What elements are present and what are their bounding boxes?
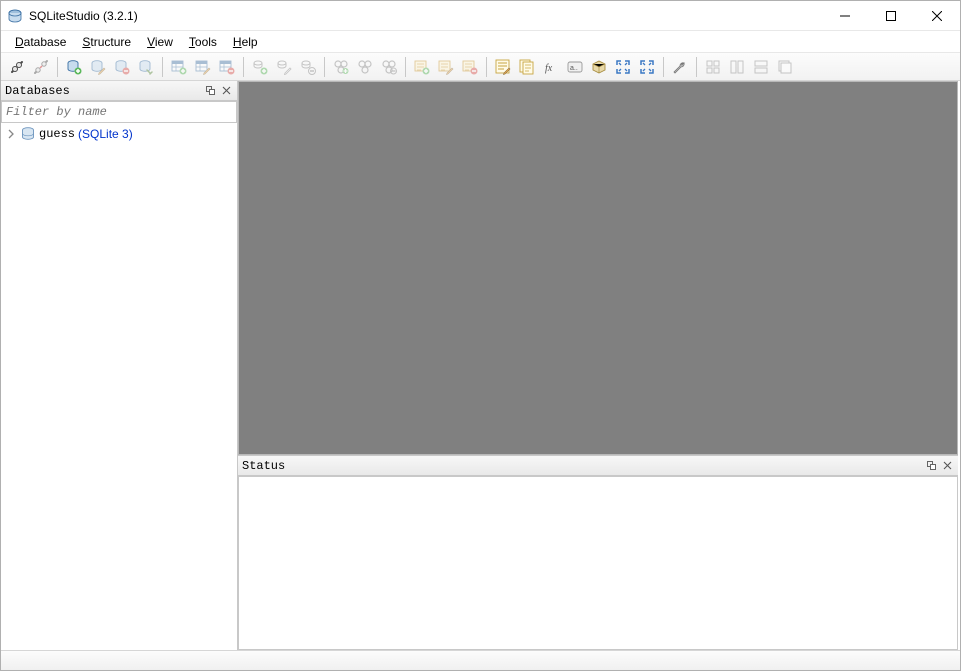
titlebar: SQLiteStudio (3.2.1): [1, 1, 960, 31]
menu-view[interactable]: View: [139, 33, 181, 51]
tree-db-item[interactable]: guess (SQLite 3): [5, 125, 233, 143]
zoom-full-button[interactable]: [635, 55, 659, 79]
status-panel-header: Status: [238, 456, 958, 476]
menu-help[interactable]: Help: [225, 33, 266, 51]
database-tree[interactable]: guess (SQLite 3): [1, 123, 237, 650]
bundle-button[interactable]: [587, 55, 611, 79]
form-delete-button[interactable]: [458, 55, 482, 79]
toolbar-separator: [162, 57, 163, 77]
db-delete-button[interactable]: [110, 55, 134, 79]
menubar: Database Structure View Tools Help: [1, 31, 960, 53]
snippet2-button[interactable]: [353, 55, 377, 79]
databases-panel-header: Databases: [1, 81, 237, 101]
status-close-button[interactable]: [940, 459, 954, 473]
status-body[interactable]: [238, 476, 958, 650]
panel-close-button[interactable]: [219, 84, 233, 98]
toolbar-separator: [696, 57, 697, 77]
layout-stack-button[interactable]: [773, 55, 797, 79]
toolbar-separator: [663, 57, 664, 77]
connect-button[interactable]: [5, 55, 29, 79]
databases-panel: Databases guess (SQLite 3): [1, 81, 238, 650]
status-panel-title: Status: [242, 459, 922, 473]
table-delete-button[interactable]: [215, 55, 239, 79]
table-create-button[interactable]: [167, 55, 191, 79]
maximize-button[interactable]: [868, 1, 914, 31]
toolbar-separator: [405, 57, 406, 77]
layout-rows-button[interactable]: [749, 55, 773, 79]
menu-structure[interactable]: Structure: [74, 33, 139, 51]
fx-function-button[interactable]: fx: [539, 55, 563, 79]
snippet3-button[interactable]: [377, 55, 401, 79]
mdi-area[interactable]: [238, 81, 958, 455]
databases-panel-title: Databases: [5, 84, 201, 98]
statusbar: [1, 650, 960, 670]
status-panel: Status: [238, 455, 958, 650]
minimize-button[interactable]: [822, 1, 868, 31]
db-link-button[interactable]: [134, 55, 158, 79]
sql-editor-button[interactable]: [491, 55, 515, 79]
menu-tools[interactable]: Tools: [181, 33, 225, 51]
form-edit-button[interactable]: [434, 55, 458, 79]
toolbar-separator: [57, 57, 58, 77]
workspace: Databases guess (SQLite 3) Status: [1, 81, 960, 650]
svg-text:a..: a..: [570, 65, 578, 72]
index-create-button[interactable]: [248, 55, 272, 79]
database-icon: [20, 126, 36, 142]
toolbar: fx a..: [1, 53, 960, 81]
tree-expand-icon[interactable]: [5, 128, 17, 140]
filter-input[interactable]: [2, 102, 236, 122]
table-edit-button[interactable]: [191, 55, 215, 79]
toolbar-separator: [324, 57, 325, 77]
form-add-button[interactable]: [410, 55, 434, 79]
window-controls: [822, 1, 960, 31]
disconnect-button[interactable]: [29, 55, 53, 79]
trigger-create-button[interactable]: [272, 55, 296, 79]
keyword-a-button[interactable]: a..: [563, 55, 587, 79]
db-edit-button[interactable]: [86, 55, 110, 79]
toolbar-separator: [243, 57, 244, 77]
zoom-fit-button[interactable]: [611, 55, 635, 79]
status-float-button[interactable]: [924, 459, 938, 473]
layout-grid-button[interactable]: [701, 55, 725, 79]
tree-db-name: guess: [39, 127, 75, 141]
sql-history-button[interactable]: [515, 55, 539, 79]
db-add-button[interactable]: [62, 55, 86, 79]
app-icon: [7, 8, 23, 24]
settings-wrench-button[interactable]: [668, 55, 692, 79]
view-create-button[interactable]: [296, 55, 320, 79]
right-area: Status: [238, 81, 960, 650]
close-button[interactable]: [914, 1, 960, 31]
panel-float-button[interactable]: [203, 84, 217, 98]
tree-db-meta: (SQLite 3): [78, 127, 133, 141]
menu-database[interactable]: Database: [7, 33, 74, 51]
toolbar-separator: [486, 57, 487, 77]
window-title: SQLiteStudio (3.2.1): [29, 9, 822, 23]
layout-cols-button[interactable]: [725, 55, 749, 79]
snippet1-button[interactable]: [329, 55, 353, 79]
svg-text:fx: fx: [545, 63, 553, 74]
filter-box: [1, 101, 237, 123]
